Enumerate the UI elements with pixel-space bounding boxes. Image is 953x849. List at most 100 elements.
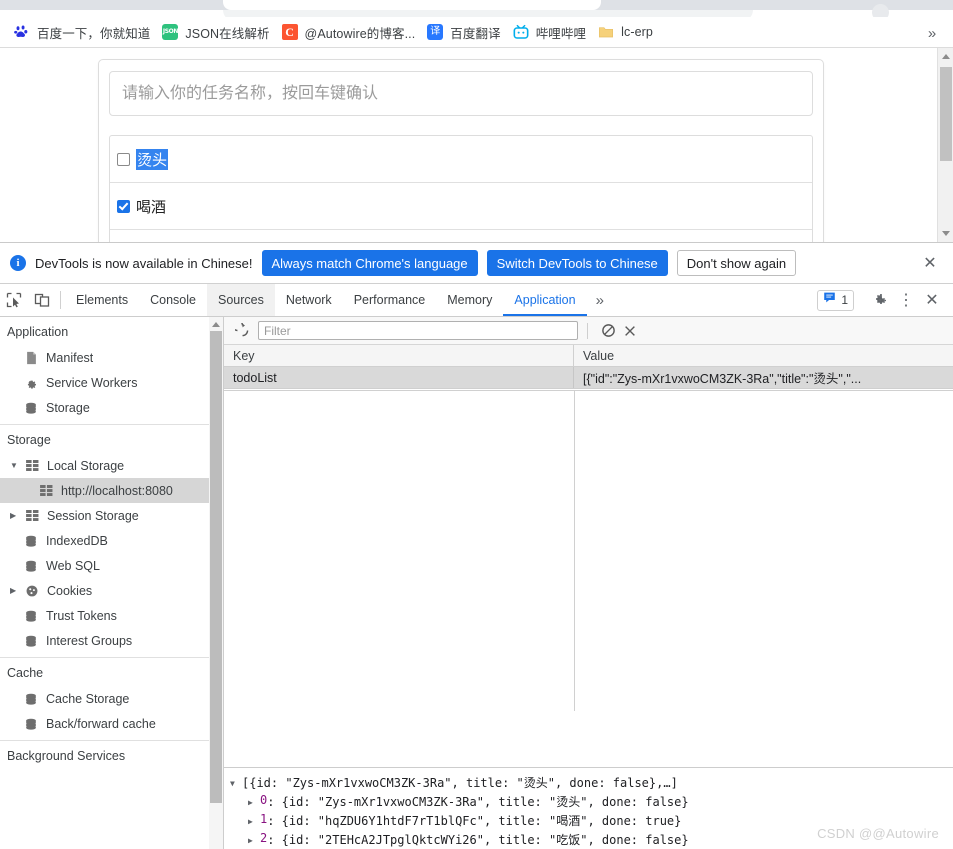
sidebar-scrollbar-thumb[interactable] — [210, 331, 222, 803]
bookmark-bilibili[interactable]: 哔哩哔哩 — [507, 20, 592, 44]
sidebar-item-web-sql[interactable]: Web SQL — [0, 553, 223, 578]
sidebar-section-title-background-services: Background Services — [7, 749, 126, 763]
devtools-panel: i DevTools is now available in Chinese! … — [0, 242, 953, 849]
devtools-body: Application Manifest Service Workers Sto… — [0, 317, 953, 849]
close-devtools-icon[interactable]: ✕ — [919, 287, 945, 313]
sidebar-item-interest-groups[interactable]: Interest Groups — [0, 628, 223, 653]
sidebar-scrollbar[interactable] — [209, 317, 223, 849]
browser-active-tab[interactable] — [223, 0, 601, 10]
preview-child-text: : {id: "hqZDU6Y1htdF7rT1blQFc", title: "… — [267, 814, 682, 828]
table-empty-area[interactable] — [224, 390, 953, 711]
todo-input[interactable] — [109, 71, 813, 116]
bookmark-baidu[interactable]: 百度一下，你就知道 — [8, 20, 156, 44]
sidebar-item-trust-tokens[interactable]: Trust Tokens — [0, 603, 223, 628]
todo-checkbox[interactable] — [117, 199, 130, 213]
preview-child-line[interactable]: ▶ 0 : {id: "Zys-mXr1vxwoCM3ZK-3Ra", titl… — [230, 793, 953, 812]
page-scrollbar-thumb[interactable] — [940, 67, 952, 161]
sidebar-item-session-storage[interactable]: ▶ Session Storage — [0, 503, 223, 528]
close-icon[interactable]: ✕ — [921, 254, 939, 272]
devtools-tabbar: Elements Console Sources Network Perform… — [0, 284, 953, 317]
todo-item-row[interactable]: 烫头 — [110, 136, 812, 183]
row-key: todoList — [224, 367, 574, 388]
browser-tabstrip — [0, 0, 953, 10]
bookmark-json[interactable]: JSON JSON在线解析 — [156, 20, 275, 44]
tab-performance[interactable]: Performance — [343, 284, 437, 316]
chevron-right-icon[interactable]: ▶ — [10, 511, 20, 520]
sidebar-item-label: http://localhost:8080 — [61, 483, 173, 498]
scroll-down-arrow-icon[interactable] — [938, 225, 953, 242]
sidebar-item-label: Cache Storage — [46, 691, 130, 706]
row-value: [{"id":"Zys-mXr1vxwoCM3ZK-3Ra","title":"… — [583, 372, 862, 386]
browser-toolbar — [0, 4, 953, 21]
todo-item-row[interactable] — [110, 230, 812, 242]
gear-icon[interactable] — [867, 287, 893, 313]
tab-sources[interactable]: Sources — [206, 284, 275, 316]
page-viewport: 烫头 喝酒 — [0, 48, 953, 242]
table-row[interactable]: todoList [{"id":"Zys-mXr1vxwoCM3ZK-3Ra",… — [224, 367, 953, 389]
device-toolbar-icon[interactable] — [28, 284, 56, 316]
console-message-badge[interactable]: 1 — [817, 289, 854, 311]
devtools-toolbar-right: 1 ⋮ ✕ — [817, 284, 953, 316]
refresh-icon[interactable] — [232, 321, 252, 341]
column-header-value[interactable]: Value — [574, 345, 953, 366]
bookmark-label: lc-erp — [621, 25, 653, 39]
scroll-up-arrow-icon[interactable] — [938, 48, 953, 65]
more-tabs-icon[interactable]: » — [587, 284, 613, 316]
column-header-key[interactable]: Key — [224, 345, 574, 366]
storage-table: Key Value todoList [{"id":"Zys-mXr1vxwoC… — [224, 345, 953, 711]
tab-application[interactable]: Application — [503, 284, 587, 316]
todo-checkbox[interactable] — [117, 152, 130, 166]
sidebar-item-localhost-8080[interactable]: http://localhost:8080 — [0, 478, 223, 503]
sidebar-item-service-workers[interactable]: Service Workers — [0, 370, 223, 395]
tab-memory[interactable]: Memory — [436, 284, 503, 316]
sidebar-item-manifest[interactable]: Manifest — [0, 345, 223, 370]
preview-root-text: [{id: "Zys-mXr1vxwoCM3ZK-3Ra", title: "烫… — [242, 776, 678, 790]
sidebar-item-local-storage[interactable]: ▼ Local Storage — [0, 453, 223, 478]
local-storage-panel: Filter Key Value todoList [{"id":"Zys-mX… — [224, 317, 953, 849]
sidebar-item-storage[interactable]: Storage — [0, 395, 223, 420]
clear-all-icon[interactable] — [597, 320, 619, 342]
preview-root-line[interactable]: ▼ [{id: "Zys-mXr1vxwoCM3ZK-3Ra", title: … — [230, 774, 953, 793]
delete-selected-icon[interactable] — [619, 320, 641, 342]
sidebar-item-label: Back/forward cache — [46, 716, 156, 731]
sidebar-section-title-cache: Cache — [7, 666, 44, 680]
database-icon — [23, 533, 39, 549]
sidebar-item-cookies[interactable]: ▶ Cookies — [0, 578, 223, 603]
bookmark-label: 百度一下，你就知道 — [37, 26, 151, 41]
sidebar-item-cache-storage[interactable]: Cache Storage — [0, 686, 223, 711]
scroll-up-arrow-icon[interactable] — [209, 317, 223, 331]
baidu-translate-icon: 译 — [427, 24, 444, 40]
sidebar-item-label: Interest Groups — [46, 633, 133, 648]
csdn-watermark: CSDN @@Autowire — [817, 826, 939, 841]
tab-elements[interactable]: Elements — [65, 284, 139, 316]
switch-devtools-to-chinese-button[interactable]: Switch DevTools to Chinese — [486, 250, 668, 276]
todo-item-row[interactable]: 喝酒 — [110, 183, 812, 230]
inspect-element-icon[interactable] — [0, 284, 28, 316]
filter-input[interactable]: Filter — [258, 321, 578, 340]
tab-console[interactable]: Console — [139, 284, 207, 316]
chevron-right-icon[interactable]: ▶ — [248, 812, 260, 831]
always-match-language-button[interactable]: Always match Chrome's language — [261, 250, 478, 276]
chevron-right-icon[interactable]: ▶ — [248, 793, 260, 812]
chevron-down-icon[interactable]: ▼ — [230, 774, 242, 793]
bookmark-csdn-blog[interactable]: C @Autowire的博客... — [276, 20, 422, 44]
chevron-right-icon[interactable]: ▶ — [10, 586, 20, 595]
chevron-down-icon[interactable]: ▼ — [10, 461, 20, 470]
sidebar-item-back-forward-cache[interactable]: Back/forward cache — [0, 711, 223, 736]
page-scrollbar[interactable] — [937, 48, 953, 242]
sidebar-item-indexeddb[interactable]: IndexedDB — [0, 528, 223, 553]
table-icon — [24, 458, 40, 474]
devtools-language-infobar: i DevTools is now available in Chinese! … — [0, 243, 953, 284]
kebab-menu-icon[interactable]: ⋮ — [893, 287, 919, 313]
bookmark-baidu-translate[interactable]: 译 百度翻译 — [421, 20, 506, 44]
infobar-message: DevTools is now available in Chinese! — [35, 255, 253, 271]
dont-show-again-button[interactable]: Don't show again — [676, 250, 797, 276]
bookmark-overflow-button[interactable]: » — [921, 22, 943, 44]
sidebar-item-label: Service Workers — [46, 375, 138, 390]
json-icon: JSON — [162, 24, 179, 40]
tab-network[interactable]: Network — [275, 284, 343, 316]
bookmark-folder-lc-erp[interactable]: lc-erp — [592, 20, 659, 44]
toolbar-divider — [60, 291, 61, 309]
message-icon — [823, 291, 836, 309]
chevron-right-icon[interactable]: ▶ — [248, 831, 260, 849]
